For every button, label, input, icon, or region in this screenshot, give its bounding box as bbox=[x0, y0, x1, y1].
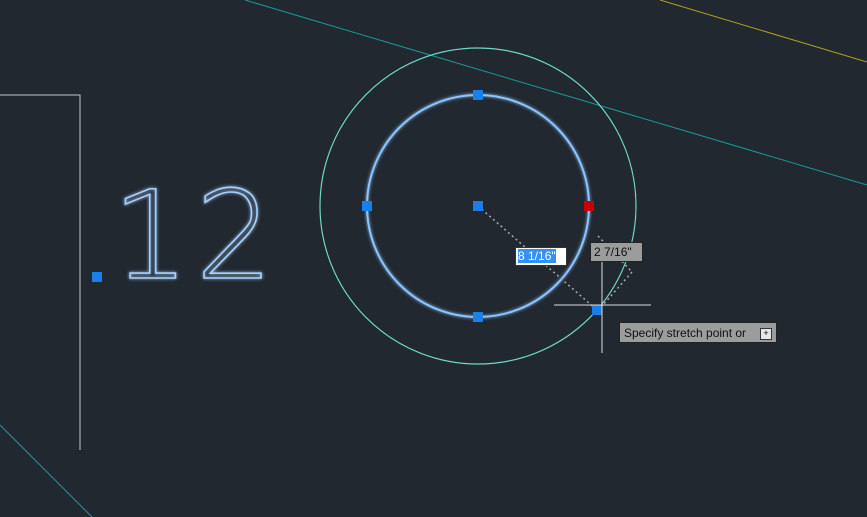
radius-value: 8 1/16" bbox=[518, 249, 556, 263]
down-arrow-icon[interactable]: + bbox=[760, 328, 772, 340]
grip-line-end[interactable] bbox=[592, 305, 602, 315]
yellow-line[interactable] bbox=[659, 0, 867, 63]
command-prompt-tooltip: Specify stretch point or + bbox=[619, 322, 777, 343]
teal-line-lower[interactable] bbox=[0, 424, 93, 517]
white-polyline[interactable] bbox=[0, 94, 81, 450]
grip-bottom[interactable] bbox=[473, 312, 483, 322]
teal-line[interactable] bbox=[244, 0, 867, 186]
grip-text[interactable] bbox=[92, 272, 102, 282]
grip-left[interactable] bbox=[362, 201, 372, 211]
delta-tooltip: 2 7/16" bbox=[590, 242, 643, 262]
text-entity-12[interactable]: 12 bbox=[111, 164, 279, 308]
rubber-band-line-3 bbox=[601, 271, 633, 307]
grip-center[interactable] bbox=[473, 201, 483, 211]
radius-input[interactable]: 8 1/16" bbox=[515, 247, 567, 266]
grip-hot-right[interactable] bbox=[584, 201, 594, 211]
prompt-text: Specify stretch point or bbox=[624, 326, 747, 340]
grip-top[interactable] bbox=[473, 90, 483, 100]
model-space[interactable]: 12 bbox=[0, 0, 867, 517]
drawing-canvas[interactable]: 12 8 1/16" 2 7/16" Specify stretch point… bbox=[0, 0, 867, 517]
